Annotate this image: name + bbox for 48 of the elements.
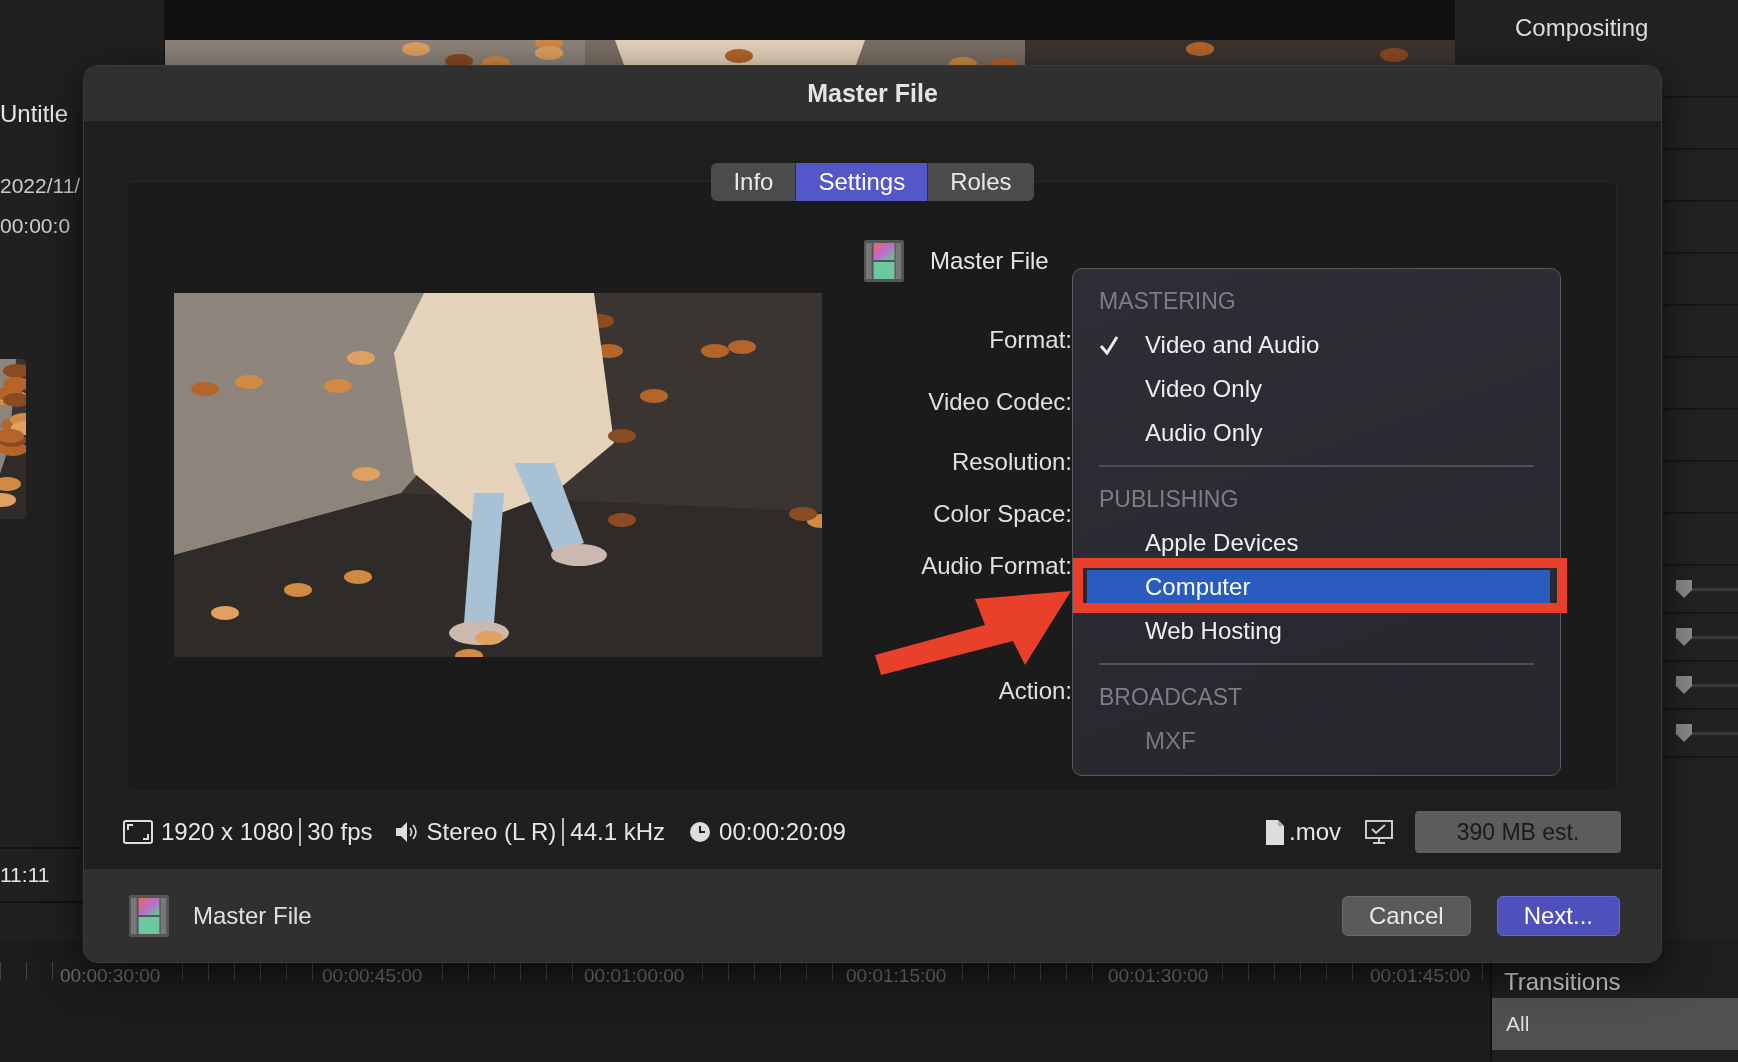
inspector-title: Compositing (1514, 13, 1650, 43)
slider-thumb[interactable] (1675, 723, 1693, 743)
menu-item[interactable]: Audio Only (1087, 416, 1550, 450)
slider-thumb[interactable] (1675, 675, 1693, 695)
browser-title: Transitions (1503, 967, 1622, 997)
tab[interactable]: Settings (796, 163, 929, 201)
dialog-title: Master File (807, 77, 938, 109)
destination-name: Master File (193, 900, 312, 931)
next-button[interactable]: Next... (1496, 895, 1620, 936)
file-extension-text: .mov (1289, 817, 1341, 847)
file-size-estimate: 390 MB est. (1415, 810, 1621, 854)
menu-item[interactable]: Video and Audio (1087, 328, 1550, 362)
destination-name: Master File (930, 246, 1049, 276)
menu-item[interactable]: Apple Devices (1087, 526, 1550, 560)
frame-rate-text: 30 fps (307, 817, 373, 847)
field-label: Action: (998, 676, 1072, 706)
slider-thumb[interactable] (1675, 579, 1693, 599)
field-label: Video Codec: (928, 387, 1072, 417)
slider-thumb[interactable] (1675, 627, 1693, 647)
menu-item[interactable]: Computer (1087, 570, 1550, 604)
menu-section-heading: PUBLISHING (1098, 485, 1240, 514)
duration-text: 00:00:20:09 (719, 817, 846, 847)
audio-channels-text: Stereo (L R) (426, 817, 557, 847)
sample-rate-text: 44.1 kHz (570, 817, 666, 847)
menu-section-heading: BROADCAST (1098, 683, 1244, 712)
cancel-button[interactable]: Cancel (1341, 895, 1471, 936)
field-label: Format: (989, 325, 1072, 355)
tab[interactable]: Roles (928, 163, 1034, 201)
speaker-icon (394, 820, 419, 844)
project-title: Untitle (0, 99, 70, 129)
project-date: 2022/11/ (0, 173, 82, 199)
menu-item: MXF (1144, 726, 1197, 756)
field-label: Audio Format: (921, 551, 1072, 581)
menu-item[interactable]: Video Only (1087, 372, 1550, 406)
field-label: Color Space: (933, 499, 1072, 529)
menu-section-heading: MASTERING (1098, 287, 1237, 316)
film-icon (864, 240, 904, 282)
tab[interactable]: Info (711, 163, 797, 201)
menu-item[interactable]: Web Hosting (1087, 614, 1550, 648)
resolution-text: 1920 x 1080 (161, 817, 294, 847)
project-timecode: 00:00:0 (0, 212, 72, 239)
frame-size-icon (123, 820, 153, 844)
film-icon (129, 894, 169, 937)
category-item[interactable]: All (1492, 998, 1738, 1050)
field-label: Resolution: (951, 447, 1072, 477)
clock-icon (689, 821, 712, 843)
document-icon (1265, 818, 1285, 846)
monitor-icon (1365, 820, 1393, 844)
